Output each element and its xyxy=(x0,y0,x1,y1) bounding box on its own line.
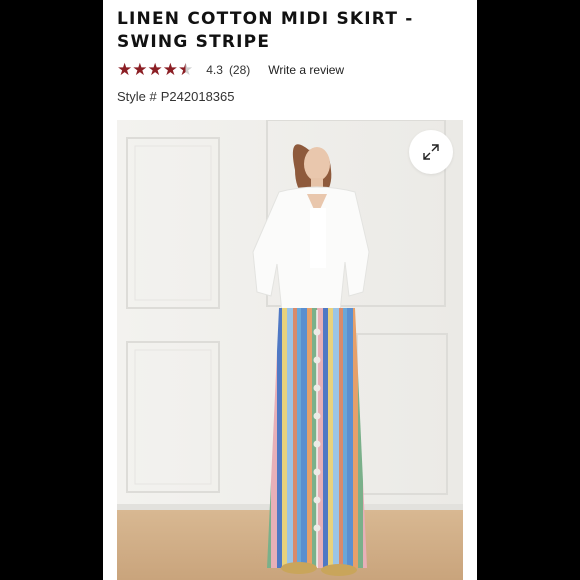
model-photo-illustration xyxy=(117,120,463,580)
style-value: P242018365 xyxy=(160,89,235,104)
star-icon: ★ xyxy=(117,60,133,79)
product-title: LINEN COTTON MIDI SKIRT - SWING STRIPE xyxy=(117,9,414,52)
write-review-link[interactable]: Write a review xyxy=(268,63,344,77)
review-count[interactable]: (28) xyxy=(229,63,250,77)
expand-arrows-icon xyxy=(423,144,439,160)
right-letterbox xyxy=(477,0,580,580)
left-letterbox xyxy=(0,0,103,580)
half-star-icon: ★ xyxy=(178,60,194,79)
style-label: Style # xyxy=(117,89,157,104)
expand-image-button[interactable] xyxy=(409,130,453,174)
rating-row: ★ ★ ★ ★ ★ 4.3 (28) Write a review xyxy=(117,61,344,78)
star-icon: ★ xyxy=(162,60,178,79)
rating-stars[interactable]: ★ ★ ★ ★ ★ xyxy=(117,61,193,78)
product-image[interactable] xyxy=(117,120,463,580)
star-icon: ★ xyxy=(132,60,148,79)
rating-value: 4.3 xyxy=(206,62,223,77)
product-card: LINEN COTTON MIDI SKIRT - SWING STRIPE ★… xyxy=(103,0,477,580)
style-number: Style # P242018365 xyxy=(117,89,235,104)
star-icon: ★ xyxy=(147,60,163,79)
